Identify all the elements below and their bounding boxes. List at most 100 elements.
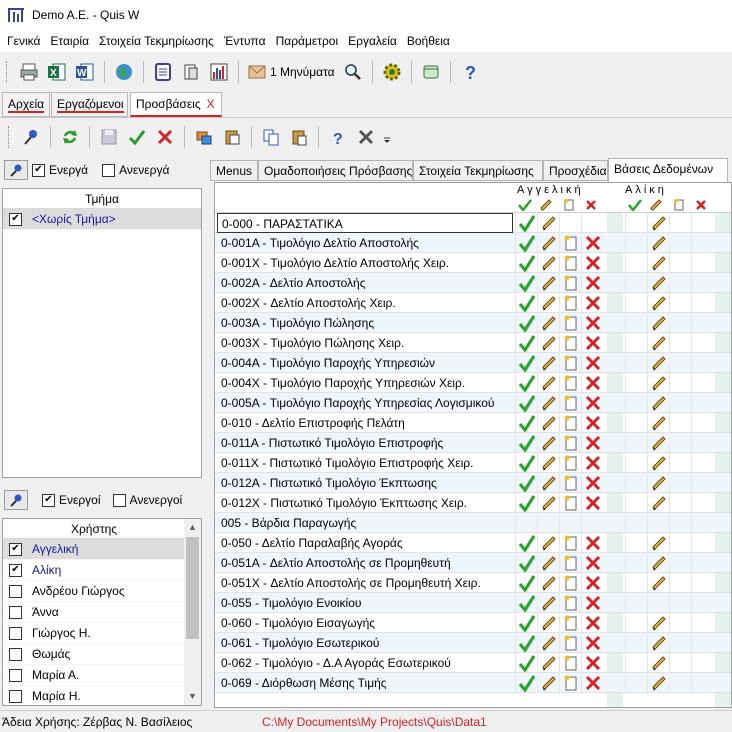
table-row[interactable]: 005 - Βάρδια Παραγωγής <box>215 513 731 533</box>
permission-cell[interactable] <box>691 273 713 293</box>
permission-cell[interactable] <box>559 653 581 673</box>
permission-cell[interactable] <box>515 653 537 673</box>
permission-cell[interactable] <box>669 513 691 533</box>
table-row[interactable]: 0-061 - Τιμολόγιο Εσωτερικού <box>215 633 731 653</box>
permission-cell[interactable] <box>691 433 713 453</box>
permission-cell[interactable] <box>515 553 537 573</box>
permission-cell[interactable] <box>515 613 537 633</box>
permission-cell[interactable] <box>647 453 669 473</box>
menu-general[interactable]: Γενικά <box>2 34 45 48</box>
permission-cell[interactable] <box>647 473 669 493</box>
permission-cell[interactable] <box>625 353 647 373</box>
permission-cell[interactable] <box>537 453 559 473</box>
permission-cell[interactable] <box>647 533 669 553</box>
gear-icon[interactable] <box>380 60 404 84</box>
save-icon[interactable] <box>97 125 121 149</box>
permission-cell[interactable] <box>515 533 537 553</box>
permission-cell[interactable] <box>581 653 603 673</box>
permission-cell[interactable] <box>669 533 691 553</box>
permission-cell[interactable] <box>537 353 559 373</box>
permission-cell[interactable] <box>647 333 669 353</box>
permission-cell[interactable] <box>669 413 691 433</box>
permission-cell[interactable] <box>669 673 691 693</box>
permission-cell[interactable] <box>625 433 647 453</box>
copy-record-icon[interactable] <box>192 125 216 149</box>
permission-cell[interactable] <box>625 313 647 333</box>
close-icon[interactable] <box>354 125 378 149</box>
permission-cell[interactable] <box>691 493 713 513</box>
permission-cell[interactable] <box>581 473 603 493</box>
permission-cell[interactable] <box>515 333 537 353</box>
permission-cell[interactable] <box>515 393 537 413</box>
permission-cell[interactable] <box>625 653 647 673</box>
permission-cell[interactable] <box>647 653 669 673</box>
table-row[interactable]: 0-003X - Τιμολόγιο Πώλησης Χειρ. <box>215 333 731 353</box>
toolbar-overflow-icon[interactable] <box>382 125 392 149</box>
permission-cell[interactable] <box>691 373 713 393</box>
permission-cell[interactable] <box>669 633 691 653</box>
bar-chart-icon[interactable] <box>207 60 231 84</box>
permission-cell[interactable] <box>625 573 647 593</box>
scrollbar-thumb[interactable] <box>186 537 199 639</box>
user-checkbox[interactable] <box>9 668 22 682</box>
permission-cell[interactable] <box>559 573 581 593</box>
table-row[interactable]: 0-000 - ΠΑΡΑΣΤΑΤΙΚΑ <box>215 213 731 233</box>
tab-close-icon[interactable]: X <box>207 97 215 111</box>
permission-cell[interactable] <box>515 233 537 253</box>
search-icon[interactable] <box>341 60 365 84</box>
permission-cell[interactable] <box>559 453 581 473</box>
permission-cell[interactable] <box>669 213 691 233</box>
permission-cell[interactable] <box>559 513 581 533</box>
permission-cell[interactable] <box>647 293 669 313</box>
permission-cell[interactable] <box>625 293 647 313</box>
permission-cell[interactable] <box>581 413 603 433</box>
user-checkbox[interactable] <box>9 584 22 598</box>
permission-cell[interactable] <box>669 233 691 253</box>
permission-cell[interactable] <box>669 293 691 313</box>
permission-cell[interactable] <box>691 673 713 693</box>
permission-cell[interactable] <box>581 233 603 253</box>
table-row[interactable]: 0-051A - Δελτίο Αποστολής σε Προμηθευτή <box>215 553 731 573</box>
permission-cell[interactable] <box>559 333 581 353</box>
refresh-icon[interactable] <box>58 125 82 149</box>
permission-cell[interactable] <box>559 493 581 513</box>
permission-cell[interactable] <box>625 673 647 693</box>
permission-cell[interactable] <box>537 393 559 413</box>
permission-cell[interactable] <box>559 273 581 293</box>
permission-cell[interactable] <box>515 493 537 513</box>
permission-cell[interactable] <box>537 293 559 313</box>
list-item[interactable]: Γιώργος Η. <box>3 623 185 644</box>
permission-cell[interactable] <box>625 233 647 253</box>
permission-cell[interactable] <box>515 573 537 593</box>
tab-access-groups[interactable]: Ομαδοποιήσεις Πρόσβασης <box>258 160 413 181</box>
permission-cell[interactable] <box>647 673 669 693</box>
permission-cell[interactable] <box>647 213 669 233</box>
permission-cell[interactable] <box>647 433 669 453</box>
permission-cell[interactable] <box>515 313 537 333</box>
list-item[interactable]: Άννα <box>3 602 185 623</box>
permission-cell[interactable] <box>581 633 603 653</box>
word-icon[interactable]: W <box>73 60 97 84</box>
permission-cell[interactable] <box>691 533 713 553</box>
permission-cell[interactable] <box>581 393 603 413</box>
toolbar-grip[interactable] <box>8 126 11 148</box>
permission-cell[interactable] <box>515 413 537 433</box>
permission-cell[interactable] <box>515 453 537 473</box>
permission-cell[interactable] <box>625 553 647 573</box>
table-row[interactable]: 0-011A - Πιστωτικό Τιμολόγιο Επιστροφής <box>215 433 731 453</box>
permission-cell[interactable] <box>625 333 647 353</box>
table-row[interactable]: 0-002X - Δελτίο Αποστολής Χειρ. <box>215 293 731 313</box>
list-item[interactable]: ✔ <Χωρίς Τμήμα> <box>3 209 201 230</box>
user-inactive-checkbox[interactable] <box>112 493 126 507</box>
permission-cell[interactable] <box>515 353 537 373</box>
cancel-icon[interactable] <box>153 125 177 149</box>
permission-cell[interactable] <box>647 353 669 373</box>
copy-icon[interactable] <box>259 125 283 149</box>
user-pin-button[interactable] <box>4 490 28 510</box>
table-row[interactable]: 0-010 - Δελτίο Επιστροφής Πελάτη <box>215 413 731 433</box>
tab-files[interactable]: Αρχεία <box>2 92 50 117</box>
permission-cell[interactable] <box>537 273 559 293</box>
permission-cell[interactable] <box>559 413 581 433</box>
permission-cell[interactable] <box>669 473 691 493</box>
permission-cell[interactable] <box>625 493 647 513</box>
